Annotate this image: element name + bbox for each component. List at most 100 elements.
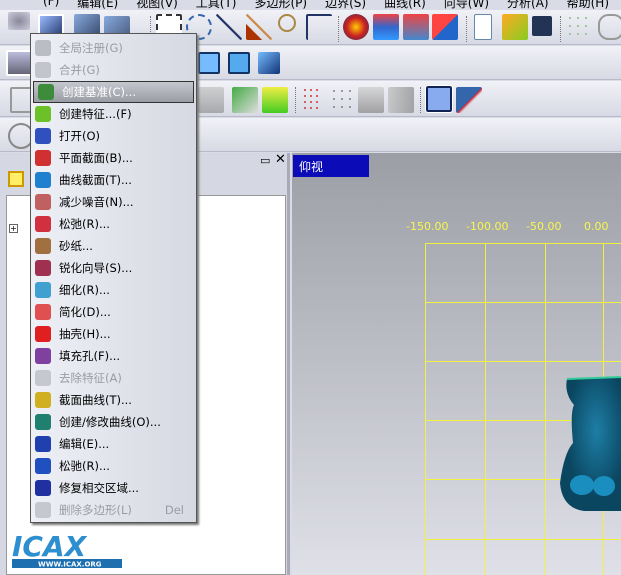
pick-all-icon[interactable] — [343, 14, 369, 40]
menu-item[interactable]: 创建基准(C)... — [33, 81, 194, 103]
brush-icon[interactable] — [246, 14, 272, 40]
section-curve-icon — [35, 392, 51, 408]
3d-viewport[interactable]: 仰视 -150.00 -100.00 -50.00 0.00 — [292, 153, 621, 575]
expand-icon[interactable]: + — [9, 224, 18, 233]
create-datum-icon — [38, 84, 54, 100]
menu-item[interactable]: 松驰(R)... — [31, 455, 196, 477]
line-select-icon[interactable] — [216, 14, 242, 40]
cube-solid-icon[interactable] — [258, 52, 280, 74]
menu-item[interactable]: 细化(R)... — [31, 279, 196, 301]
menu-1[interactable]: 编辑(E) — [68, 0, 127, 10]
menu-bar: (F) 编辑(E) 视图(V) 工具(T) 多边形(P) 边界(S) 曲线(R) 向导(W) 分… — [0, 0, 621, 10]
delete-polygon-icon — [35, 502, 51, 518]
menu-item-label: 创建基准(C)... — [62, 85, 136, 99]
reduce-noise-icon — [35, 194, 51, 210]
menu-7[interactable]: 向导(W) — [435, 0, 498, 10]
create-feature-icon — [35, 106, 51, 122]
custom-select-icon[interactable] — [278, 14, 296, 32]
menu-item-label: 打开(O) — [59, 129, 101, 143]
menu-item[interactable]: 简化(D)... — [31, 301, 196, 323]
menu-item[interactable]: 创建特征...(F) — [31, 103, 196, 125]
ruler-tick-label: 0.00 — [584, 220, 609, 233]
polyline-select-icon[interactable] — [306, 14, 332, 40]
svg-text:ICAX: ICAX — [12, 530, 88, 563]
menu-item[interactable]: 抽壳(H)... — [31, 323, 196, 345]
menu-item[interactable]: 修复相交区域... — [31, 477, 196, 499]
menu-item-label: 减少噪音(N)... — [59, 195, 134, 209]
ruler-tick-label: -150.00 — [406, 220, 449, 233]
icax-logo: ICAX WWW.ICAX.ORG — [12, 530, 122, 569]
menu-item-label: 松弛(R)... — [59, 217, 110, 231]
sharpen-wizard-icon — [35, 260, 51, 276]
menu-8[interactable]: 分析(A) — [498, 0, 558, 10]
menu-item[interactable]: 填充孔(F)... — [31, 345, 196, 367]
eraser-icon[interactable] — [432, 14, 458, 40]
shaded-icon[interactable] — [598, 14, 621, 40]
bounding-box-icon[interactable] — [425, 85, 453, 113]
points-gray-icon[interactable] — [330, 87, 356, 113]
menu-4[interactable]: 多边形(P) — [246, 0, 317, 10]
menu-item-label: 修复相交区域... — [59, 481, 139, 495]
menu-item-label: 全局注册(G) — [59, 41, 123, 55]
menu-item-label: 简化(D)... — [59, 305, 111, 319]
menu-item-label: 去除特征(A) — [59, 371, 122, 385]
menu-2[interactable]: 视图(V) — [127, 0, 187, 10]
open-icon — [35, 128, 51, 144]
menu-3[interactable]: 工具(T) — [187, 0, 246, 10]
mesh-object-icon[interactable] — [6, 50, 32, 76]
menu-item[interactable]: 创建/修改曲线(O)... — [31, 411, 196, 433]
ruler-tick-label: -100.00 — [466, 220, 509, 233]
tree-icon[interactable] — [8, 171, 24, 187]
menu-item[interactable]: 合并(G) — [31, 59, 196, 81]
restore-panel-icon[interactable]: ▭ — [260, 154, 270, 167]
polygon-context-menu: 全局注册(G) 合并(G) 创建基准(C)... 创建特征...(F) 打开(O) 平面截… — [30, 33, 197, 523]
menu-item[interactable]: 打开(O) — [31, 125, 196, 147]
svg-text:WWW.ICAX.ORG: WWW.ICAX.ORG — [38, 561, 102, 569]
menu-item-label: 填充孔(F)... — [59, 349, 121, 363]
menu-9[interactable]: 帮助(H) — [558, 0, 618, 10]
save-icon[interactable] — [532, 16, 552, 36]
points-icon[interactable] — [566, 14, 592, 40]
layers-icon[interactable] — [373, 14, 399, 40]
cube-wire-icon[interactable] — [198, 52, 220, 74]
feature-gray-icon[interactable] — [198, 87, 224, 113]
noise-icon[interactable] — [302, 87, 318, 113]
menu-item[interactable]: 平面截面(B)... — [31, 147, 196, 169]
menu-item[interactable]: 锐化向导(S)... — [31, 257, 196, 279]
create-modify-curve-icon — [35, 414, 51, 430]
menu-item-label: 砂纸... — [59, 239, 93, 253]
menu-item[interactable]: 截面曲线(T)... — [31, 389, 196, 411]
corner-icon[interactable] — [456, 87, 482, 113]
foot-model — [560, 376, 621, 511]
probe-icon[interactable] — [358, 87, 384, 113]
menu-item-label: 创建特征...(F) — [59, 107, 132, 121]
datum-icon[interactable] — [232, 87, 258, 113]
cube-hidden-icon[interactable] — [228, 52, 250, 74]
menu-item[interactable]: 去除特征(A) — [31, 367, 196, 389]
wire-icon[interactable] — [8, 12, 30, 30]
menu-item-label: 创建/修改曲线(O)... — [59, 415, 161, 429]
new-file-icon[interactable] — [474, 14, 492, 40]
menu-item-label: 截面曲线(T)... — [59, 393, 132, 407]
menu-item-label: 细化(R)... — [59, 283, 110, 297]
menu-0[interactable]: (F) — [34, 0, 68, 10]
curve-section-icon — [35, 172, 51, 188]
menu-item[interactable]: 编辑(E)... — [31, 433, 196, 455]
menu-item[interactable]: 减少噪音(N)... — [31, 191, 196, 213]
menu-item[interactable]: 松弛(R)... — [31, 213, 196, 235]
open-folder-icon[interactable] — [502, 14, 528, 40]
close-panel-icon[interactable]: ✕ — [275, 152, 286, 167]
fill-hole-icon — [35, 348, 51, 364]
menu-item[interactable]: 砂纸... — [31, 235, 196, 257]
merge-icon — [35, 62, 51, 78]
menu-item[interactable]: 曲线截面(T)... — [31, 169, 196, 191]
feature-icon[interactable] — [262, 87, 288, 113]
shell-icon — [35, 326, 51, 342]
arrow-points-icon[interactable] — [388, 87, 414, 113]
menu-item[interactable]: 删除多边形(L) Del — [31, 499, 196, 521]
menu-5[interactable]: 边界(S) — [316, 0, 375, 10]
layers-red-icon[interactable] — [403, 14, 429, 40]
menu-item[interactable]: 全局注册(G) — [31, 37, 196, 59]
repair-intersection-icon — [35, 480, 51, 496]
menu-6[interactable]: 曲线(R) — [375, 0, 435, 10]
